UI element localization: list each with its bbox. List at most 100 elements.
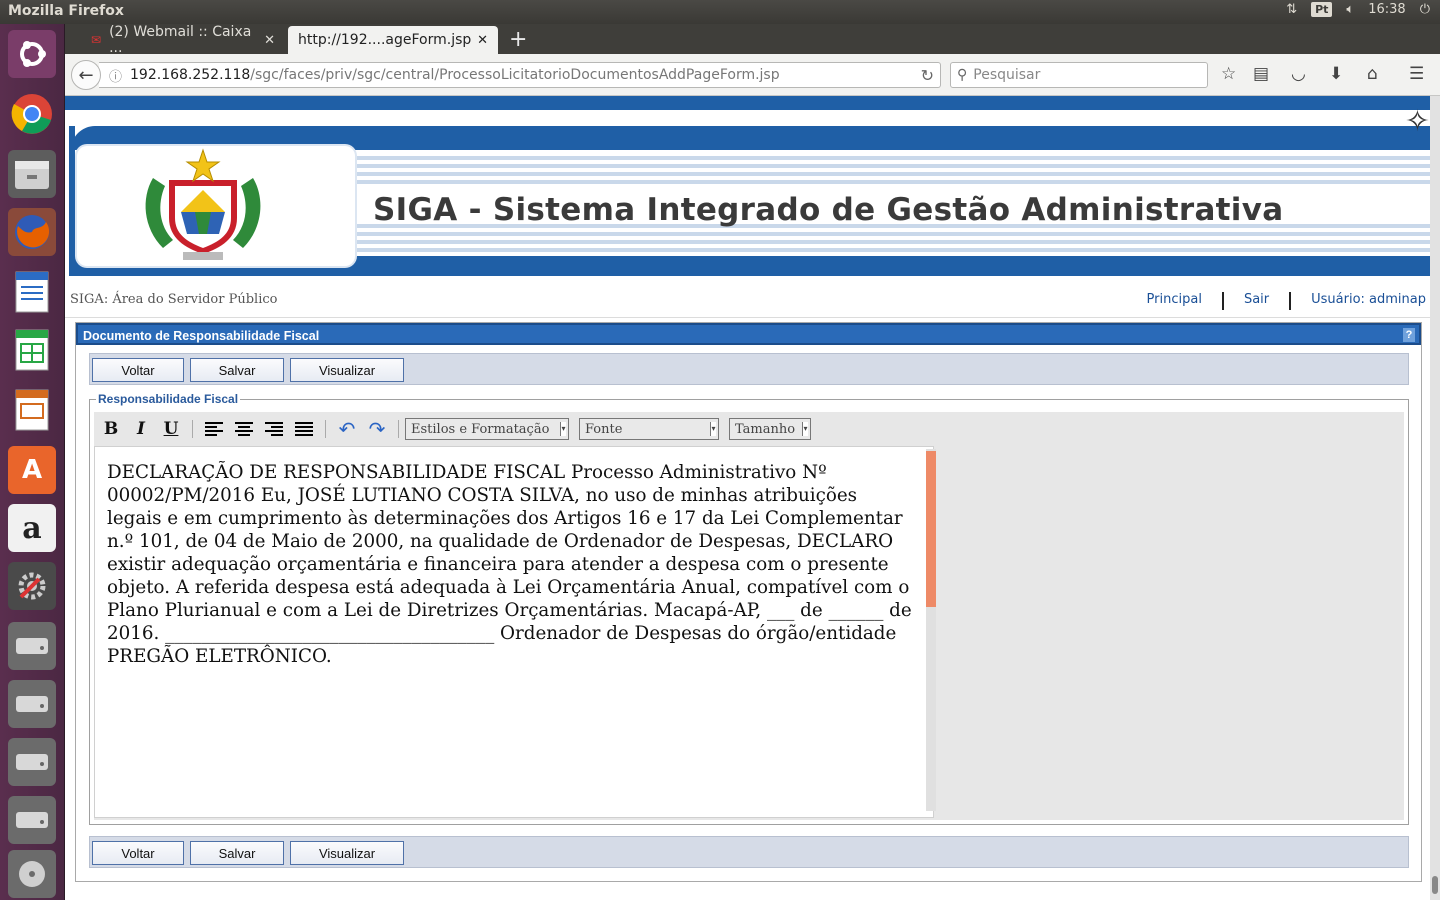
back-button[interactable]: Voltar	[92, 841, 184, 865]
search-input[interactable]: ⚲ Pesquisar	[950, 62, 1208, 88]
editor-scrollbar-thumb[interactable]	[926, 451, 936, 607]
chevron-down-icon: ▾	[560, 422, 566, 436]
tab-webmail[interactable]: ✉ (2) Webmail :: Caixa ... ✕	[81, 24, 285, 56]
document-panel: Documento de Responsabilidade Fiscal ? V…	[75, 322, 1422, 882]
amazon-icon[interactable]: a	[8, 504, 56, 552]
nav-link-logout[interactable]: Sair	[1244, 292, 1269, 310]
preview-button[interactable]: Visualizar	[290, 358, 404, 382]
tab-form[interactable]: http://192....ageForm.jsp ✕	[288, 26, 498, 54]
url-host: 192.168.252.118	[130, 67, 251, 83]
document-text[interactable]: DECLARAÇÃO DE RESPONSABILIDADE FISCAL Pr…	[107, 461, 917, 668]
size-select-value: Tamanho	[735, 421, 796, 437]
top-panel: Mozilla Firefox ⇅ Pt 🔈︎ 16:38 ⏻	[0, 0, 1440, 24]
user-label[interactable]: Usuário: adminap	[1311, 292, 1426, 310]
align-right-icon[interactable]	[259, 417, 289, 441]
justify-icon[interactable]	[289, 417, 319, 441]
cd-drive-icon[interactable]	[8, 850, 56, 898]
search-icon: ⚲	[957, 67, 968, 83]
drive-icon[interactable]	[8, 622, 56, 670]
font-select[interactable]: Fonte ▾	[579, 418, 719, 440]
area-label: SIGA: Área do Servidor Público	[70, 292, 278, 307]
info-icon[interactable]: ⓘ	[109, 66, 122, 85]
back-icon[interactable]: ←	[71, 60, 101, 90]
undo-icon[interactable]: ↶	[332, 417, 362, 441]
tab-label: (2) Webmail :: Caixa ...	[109, 24, 252, 56]
close-icon[interactable]: ✕	[477, 33, 488, 48]
drive-icon[interactable]	[8, 796, 56, 844]
banner-title: SIGA - Sistema Integrado de Gestão Admin…	[373, 192, 1284, 228]
save-button[interactable]: Salvar	[190, 841, 284, 865]
network-icon[interactable]: ⇅	[1286, 2, 1297, 17]
drive-icon[interactable]	[8, 738, 56, 786]
calc-icon[interactable]	[8, 326, 56, 374]
files-icon[interactable]	[8, 150, 56, 198]
chrome-icon[interactable]	[8, 90, 56, 138]
software-center-icon[interactable]: A	[8, 446, 56, 494]
styles-select-value: Estilos e Formatação	[411, 421, 550, 437]
url-path: /sgc/faces/priv/sgc/central/ProcessoLici…	[250, 67, 780, 83]
writer-icon[interactable]	[8, 268, 56, 316]
tab-strip: ✉ (2) Webmail :: Caixa ... ✕ http://192.…	[65, 24, 1440, 56]
home-icon[interactable]: ⌂	[1367, 64, 1378, 84]
styles-select[interactable]: Estilos e Formatação ▾	[405, 418, 569, 440]
ubuntu-dash-icon[interactable]	[8, 30, 56, 78]
coat-of-arms-logo	[145, 148, 261, 260]
align-center-icon[interactable]	[229, 417, 259, 441]
drive-icon[interactable]	[8, 680, 56, 728]
url-bar[interactable]: ⓘ 192.168.252.118/sgc/faces/priv/sgc/cen…	[99, 62, 941, 88]
size-select[interactable]: Tamanho ▾	[729, 418, 811, 440]
chevron-down-icon: ▾	[710, 422, 716, 436]
keyboard-layout-indicator[interactable]: Pt	[1311, 2, 1333, 17]
redo-icon[interactable]: ↷	[362, 417, 392, 441]
panel-title-text: Documento de Responsabilidade Fiscal	[83, 329, 320, 343]
compass-icon: ✧	[1404, 104, 1430, 139]
editor-frame[interactable]: DECLARAÇÃO DE RESPONSABILIDADE FISCAL Pr…	[94, 446, 936, 818]
responsibility-fieldset: Responsabilidade Fiscal B I U ↶ ↷ Estilo…	[89, 392, 1409, 825]
editor-scrollbar[interactable]	[926, 449, 936, 811]
clock[interactable]: 16:38	[1368, 2, 1405, 17]
pocket-icon[interactable]: ◡	[1291, 64, 1306, 84]
app-title: Mozilla Firefox	[8, 3, 124, 19]
logo-box	[77, 146, 355, 266]
volume-icon[interactable]: 🔈︎	[1346, 2, 1354, 17]
chevron-down-icon: ▾	[802, 422, 808, 436]
reading-list-icon[interactable]: ▤	[1253, 64, 1269, 84]
fieldset-legend: Responsabilidade Fiscal	[96, 392, 241, 406]
align-left-icon[interactable]	[199, 417, 229, 441]
reload-icon[interactable]: ↻	[921, 66, 934, 85]
system-indicators: ⇅ Pt 🔈︎ 16:38 ⏻	[1286, 2, 1430, 17]
launcher: A a	[0, 24, 65, 900]
site-subheader: SIGA: Área do Servidor Público Principal…	[65, 282, 1430, 318]
tab-label: http://192....ageForm.jsp	[298, 32, 472, 48]
button-bar-bottom: Voltar Salvar Visualizar	[89, 836, 1409, 868]
italic-button[interactable]: I	[126, 417, 156, 441]
download-icon[interactable]: ⬇	[1329, 64, 1343, 84]
back-button[interactable]: Voltar	[92, 358, 184, 382]
button-bar-top: Voltar Salvar Visualizar	[89, 353, 1409, 385]
preview-button[interactable]: Visualizar	[290, 841, 404, 865]
editor-toolbar: B I U ↶ ↷ Estilos e Formatação ▾ Fonte ▾…	[96, 416, 821, 442]
bold-button[interactable]: B	[96, 417, 126, 441]
system-settings-icon[interactable]	[8, 562, 56, 610]
page-scrollbar[interactable]	[1430, 96, 1440, 900]
page-viewport: SIGA - Sistema Integrado de Gestão Admin…	[65, 96, 1440, 900]
firefox-icon[interactable]	[8, 208, 56, 256]
rich-text-editor: B I U ↶ ↷ Estilos e Formatação ▾ Fonte ▾…	[94, 412, 1404, 820]
power-icon[interactable]: ⏻	[1420, 2, 1430, 17]
page-scrollbar-thumb[interactable]	[1432, 876, 1438, 894]
search-placeholder: Pesquisar	[973, 67, 1041, 83]
font-select-value: Fonte	[585, 421, 623, 437]
nav-link-principal[interactable]: Principal	[1147, 292, 1202, 310]
navigation-bar: ⓘ 192.168.252.118/sgc/faces/priv/sgc/cen…	[65, 54, 1440, 96]
new-tab-icon[interactable]: +	[509, 27, 527, 52]
help-icon[interactable]: ?	[1403, 328, 1415, 342]
bookmark-star-icon[interactable]: ☆	[1221, 64, 1236, 84]
firefox-window: ✉ (2) Webmail :: Caixa ... ✕ http://192.…	[65, 24, 1440, 900]
menu-icon[interactable]: ☰	[1409, 64, 1424, 84]
mail-icon: ✉	[91, 33, 102, 47]
underline-button[interactable]: U	[156, 417, 186, 441]
site-banner: SIGA - Sistema Integrado de Gestão Admin…	[65, 96, 1430, 282]
close-icon[interactable]: ✕	[264, 33, 275, 48]
save-button[interactable]: Salvar	[190, 358, 284, 382]
impress-icon[interactable]	[8, 386, 56, 434]
